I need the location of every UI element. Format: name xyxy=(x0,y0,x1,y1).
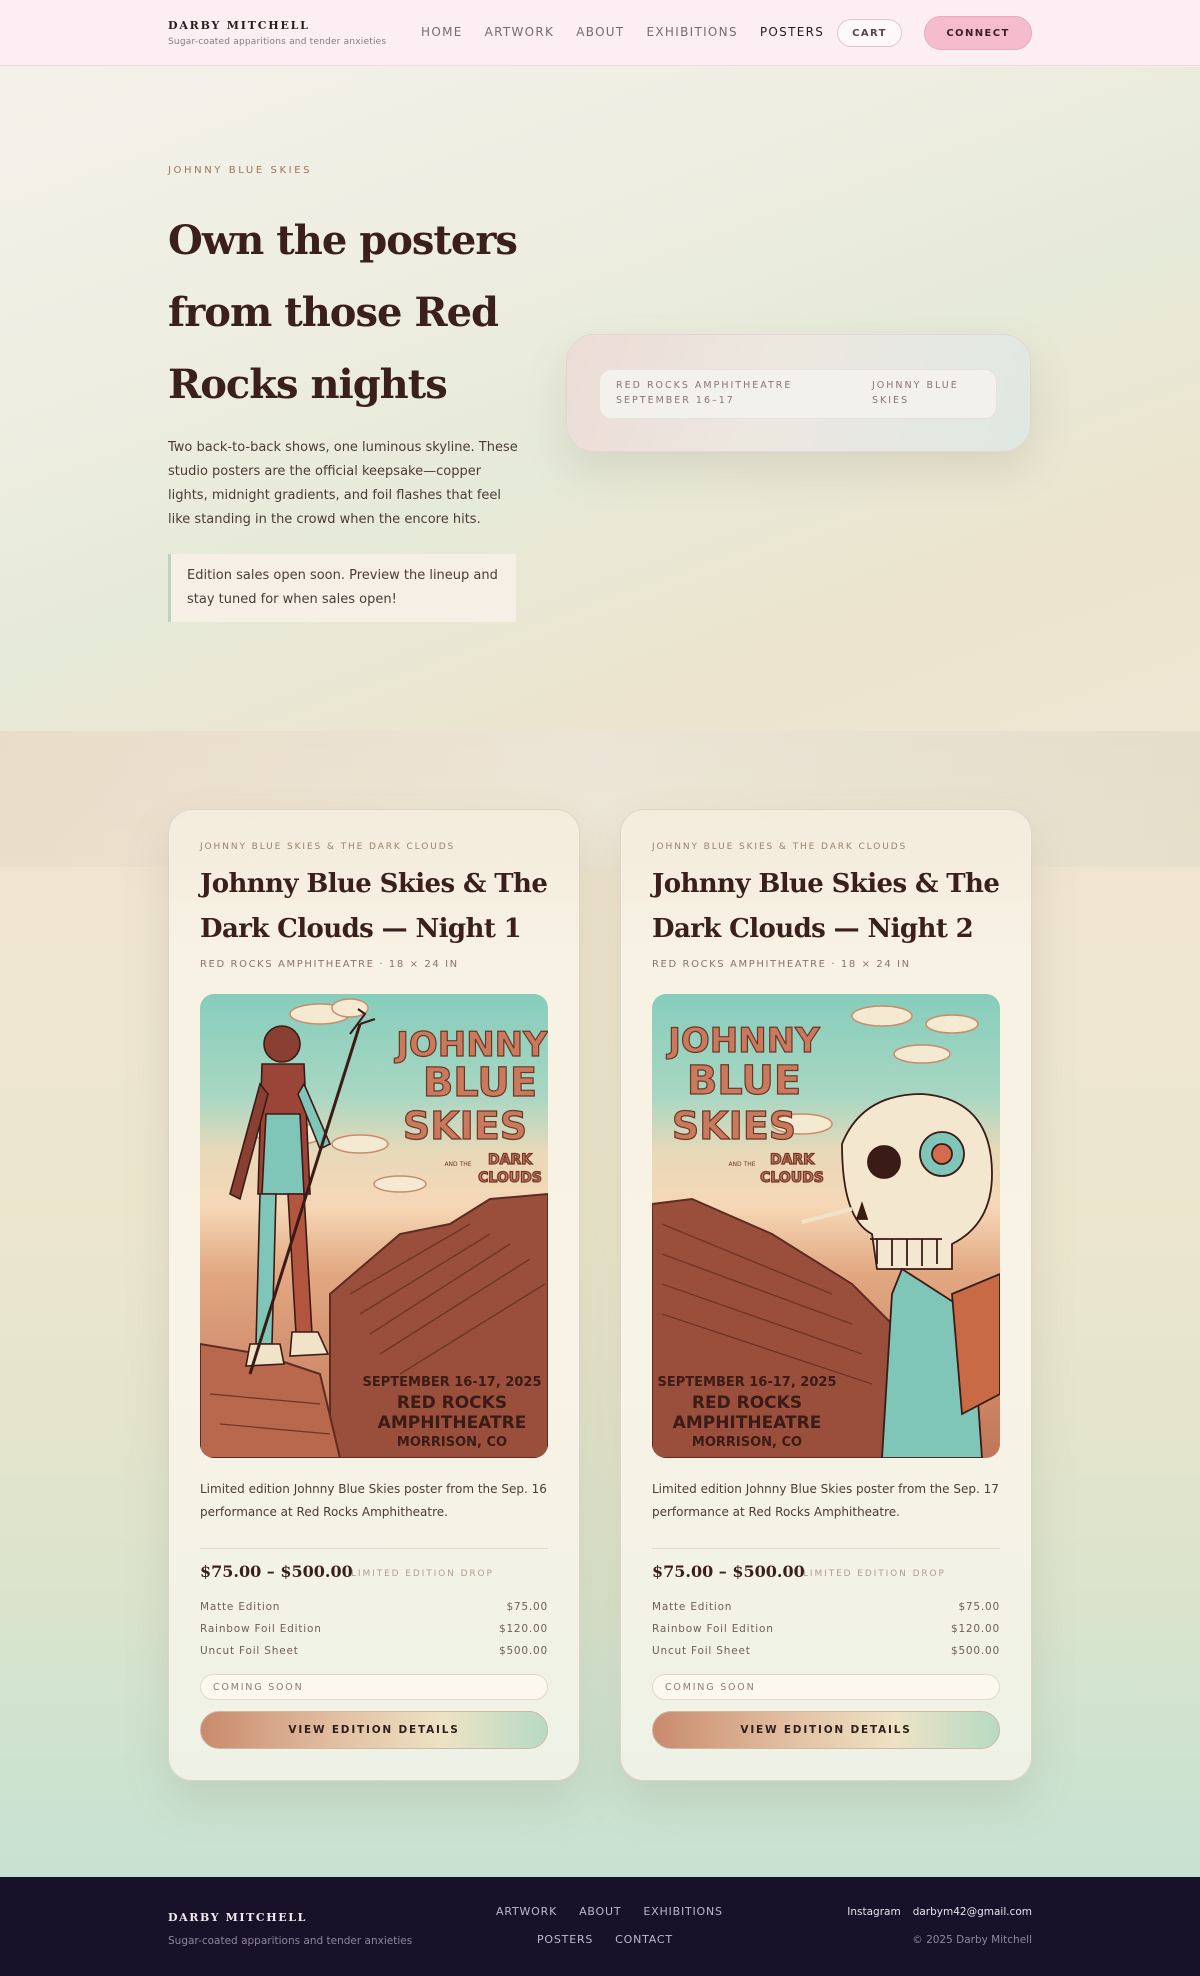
product-card-night-2: JOHNNY BLUE SKIES & THE DARK CLOUDS John… xyxy=(620,809,1032,1781)
product-meta: RED ROCKS AMPHITHEATRE · 18 × 24 IN xyxy=(200,959,459,970)
poster-illustration: JOHNNY BLUE SKIES DARK CLOUDS AND THE SE… xyxy=(200,998,548,1458)
event-dates: SEPTEMBER 16–17 xyxy=(616,395,735,406)
poster-logo-dark: DARK xyxy=(488,1152,533,1168)
copyright: © 2025 Darby Mitchell xyxy=(912,1934,1032,1946)
event-info-panel: RED ROCKS AMPHITHEATRE SEPTEMBER 16–17 J… xyxy=(599,369,997,419)
site-header: DARBY MITCHELL Sugar-coated apparitions … xyxy=(0,0,1200,66)
edition-price: $500.00 xyxy=(950,1645,1000,1657)
event-venue: RED ROCKS AMPHITHEATRE xyxy=(616,380,793,391)
price-range: $75.00 – $500.00 xyxy=(200,1562,353,1581)
nav-artwork[interactable]: ARTWORK xyxy=(485,25,555,39)
product-description: Limited edition Johnny Blue Skies poster… xyxy=(200,1482,547,1519)
brand-tagline: Sugar-coated apparitions and tender anxi… xyxy=(168,37,387,47)
instagram-link[interactable]: Instagram xyxy=(847,1906,900,1918)
poster-logo-line1: JOHNNY xyxy=(394,1025,548,1065)
nav-exhibitions[interactable]: EXHIBITIONS xyxy=(647,25,738,39)
poster-city: MORRISON, CO xyxy=(397,1435,507,1450)
poster-image[interactable]: JOHNNY BLUE SKIES DARK CLOUDS AND THE SE… xyxy=(652,994,1000,1458)
footer-social: Instagram darbym42@gmail.com xyxy=(847,1906,1032,1918)
connect-button[interactable]: CONNECT xyxy=(924,16,1032,50)
event-artist-line2: SKIES xyxy=(872,395,910,406)
product-meta: RED ROCKS AMPHITHEATRE · 18 × 24 IN xyxy=(652,959,911,970)
event-info-card: RED ROCKS AMPHITHEATRE SEPTEMBER 16–17 J… xyxy=(566,334,1031,452)
footer-brand-name[interactable]: DARBY MITCHELL xyxy=(168,1911,307,1924)
edition-row-uncut-sheet: Uncut Foil Sheet $500.00 xyxy=(200,1645,548,1657)
price-range: $75.00 – $500.00 xyxy=(652,1562,805,1581)
event-artist-line1: JOHNNY BLUE xyxy=(872,380,959,391)
poster-city: MORRISON, CO xyxy=(692,1435,802,1450)
nav-posters[interactable]: POSTERS xyxy=(760,25,824,39)
poster-logo-line3: SKIES xyxy=(403,1104,527,1148)
footer-link-posters[interactable]: POSTERS xyxy=(537,1933,593,1946)
product-title[interactable]: Johnny Blue Skies & The Dark Clouds — Ni… xyxy=(200,862,560,952)
email-link[interactable]: darbym42@gmail.com xyxy=(913,1906,1032,1918)
edition-name: Rainbow Foil Edition xyxy=(652,1623,774,1635)
poster-illustration: JOHNNY BLUE SKIES DARK CLOUDS AND THE SE… xyxy=(652,1005,1000,1458)
poster-logo-line3: SKIES xyxy=(672,1104,796,1148)
brand-name[interactable]: DARBY MITCHELL xyxy=(168,19,386,32)
footer-link-artwork[interactable]: ARTWORK xyxy=(496,1905,557,1918)
footer-nav-row-1: ARTWORK ABOUT EXHIBITIONS xyxy=(496,1905,745,1918)
edition-price: $75.00 xyxy=(958,1601,1000,1613)
divider xyxy=(652,1548,1000,1549)
main-nav: HOME ARTWORK ABOUT EXHIBITIONS POSTERS xyxy=(421,25,846,39)
product-eyebrow: JOHNNY BLUE SKIES & THE DARK CLOUDS xyxy=(652,842,908,852)
poster-venue1: RED ROCKS xyxy=(692,1393,802,1413)
divider xyxy=(200,1548,548,1549)
poster-logo-line2: BLUE xyxy=(423,1060,537,1106)
hero-title: Own the posters from those Red Rocks nig… xyxy=(168,217,518,408)
site-footer: DARBY MITCHELL Sugar-coated apparitions … xyxy=(0,1877,1200,1976)
nav-about[interactable]: ABOUT xyxy=(576,25,624,39)
poster-logo-and: AND THE xyxy=(444,1161,471,1168)
poster-date: SEPTEMBER 16-17, 2025 xyxy=(362,1375,541,1390)
footer-tagline: Sugar-coated apparitions and tender anxi… xyxy=(168,1935,413,1947)
edition-name: Matte Edition xyxy=(652,1601,733,1613)
product-eyebrow: JOHNNY BLUE SKIES & THE DARK CLOUDS xyxy=(200,842,456,852)
edition-row-rainbow-foil: Rainbow Foil Edition $120.00 xyxy=(652,1623,1000,1635)
edition-price: $120.00 xyxy=(498,1623,548,1635)
edition-row-rainbow-foil: Rainbow Foil Edition $120.00 xyxy=(200,1623,548,1635)
edition-row-matte: Matte Edition $75.00 xyxy=(652,1601,1000,1613)
poster-logo-and: AND THE xyxy=(728,1161,755,1168)
footer-link-exhibitions[interactable]: EXHIBITIONS xyxy=(643,1905,722,1918)
footer-nav-row-2: POSTERS CONTACT xyxy=(537,1933,695,1946)
brand[interactable]: DARBY MITCHELL Sugar-coated apparitions … xyxy=(168,19,386,47)
hero-paragraph: Two back-to-back shows, one luminous sky… xyxy=(168,440,518,527)
edition-row-matte: Matte Edition $75.00 xyxy=(200,1601,548,1613)
edition-row-uncut-sheet: Uncut Foil Sheet $500.00 xyxy=(652,1645,1000,1657)
poster-logo-line1: JOHNNY xyxy=(666,1021,820,1061)
nav-home[interactable]: HOME xyxy=(421,25,463,39)
coming-soon-status: COMING SOON xyxy=(652,1674,1000,1700)
hero-eyebrow: JOHNNY BLUE SKIES xyxy=(168,165,313,176)
poster-logo-clouds: CLOUDS xyxy=(760,1170,824,1186)
view-edition-details-button[interactable]: VIEW EDITION DETAILS xyxy=(652,1711,1000,1749)
poster-venue1: RED ROCKS xyxy=(397,1393,507,1413)
edition-name: Matte Edition xyxy=(200,1601,281,1613)
edition-price: $500.00 xyxy=(498,1645,548,1657)
poster-logo-line2: BLUE xyxy=(687,1058,801,1104)
footer-link-contact[interactable]: CONTACT xyxy=(615,1933,673,1946)
poster-date: SEPTEMBER 16-17, 2025 xyxy=(657,1375,836,1390)
sales-notice: Edition sales open soon. Preview the lin… xyxy=(168,554,516,622)
drop-label: LIMITED EDITION DROP xyxy=(351,1569,494,1579)
product-card-night-1: JOHNNY BLUE SKIES & THE DARK CLOUDS John… xyxy=(168,809,580,1781)
poster-venue2: AMPHITHEATRE xyxy=(673,1413,822,1433)
edition-name: Uncut Foil Sheet xyxy=(200,1645,299,1657)
poster-venue2: AMPHITHEATRE xyxy=(378,1413,527,1433)
poster-logo-dark: DARK xyxy=(770,1152,815,1168)
edition-price: $75.00 xyxy=(506,1601,548,1613)
poster-logo-clouds: CLOUDS xyxy=(478,1170,542,1186)
edition-name: Uncut Foil Sheet xyxy=(652,1645,751,1657)
footer-link-about[interactable]: ABOUT xyxy=(579,1905,621,1918)
product-title[interactable]: Johnny Blue Skies & The Dark Clouds — Ni… xyxy=(652,862,1012,952)
drop-label: LIMITED EDITION DROP xyxy=(803,1569,946,1579)
cart-button[interactable]: CART xyxy=(837,19,902,47)
poster-image[interactable]: JOHNNY BLUE SKIES DARK CLOUDS AND THE SE… xyxy=(200,994,548,1458)
edition-price: $120.00 xyxy=(950,1623,1000,1635)
product-description: Limited edition Johnny Blue Skies poster… xyxy=(652,1482,999,1519)
view-edition-details-button[interactable]: VIEW EDITION DETAILS xyxy=(200,1711,548,1749)
edition-name: Rainbow Foil Edition xyxy=(200,1623,322,1635)
coming-soon-status: COMING SOON xyxy=(200,1674,548,1700)
